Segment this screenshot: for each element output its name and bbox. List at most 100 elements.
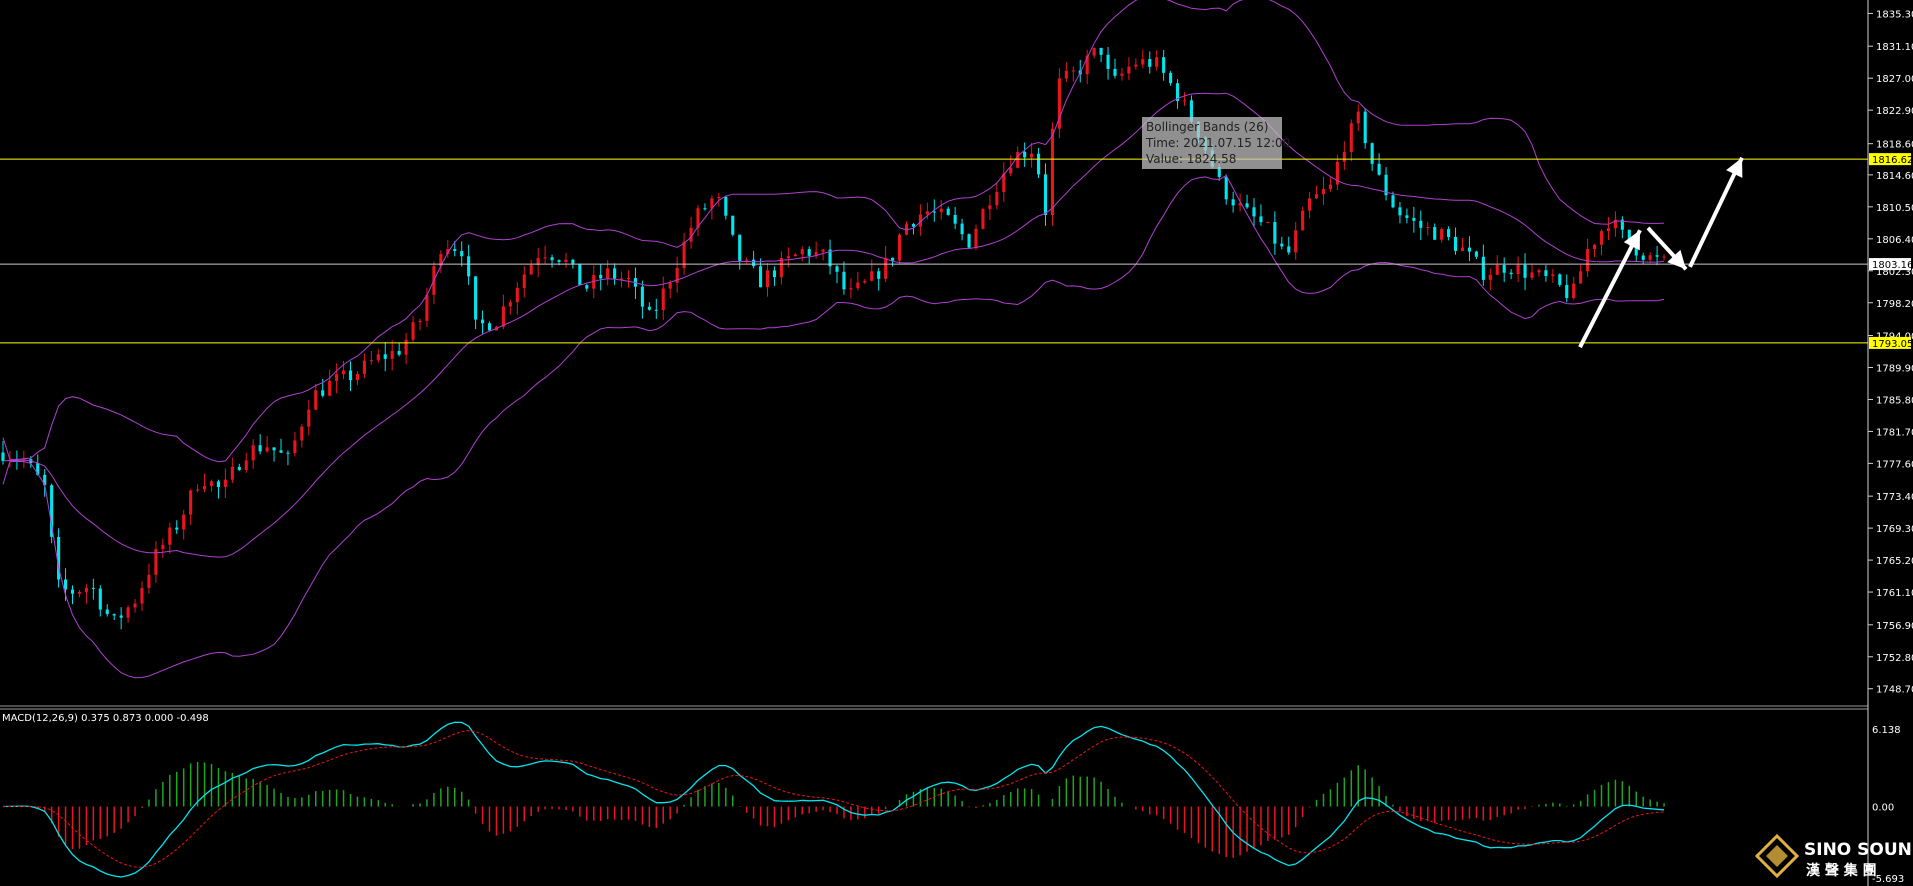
candle-body: [286, 452, 290, 454]
candle-body: [1565, 284, 1569, 299]
candle-body: [307, 409, 311, 427]
macd-label: MACD(12,26,9) 0.375 0.873 0.000 -0.498: [2, 713, 209, 724]
price-tick-label: 1761.10: [1876, 588, 1913, 599]
price-tick-label: 1748.70: [1876, 685, 1913, 696]
candle-body: [258, 445, 262, 452]
candle-body: [1148, 59, 1152, 67]
candle-body: [1092, 47, 1096, 56]
candle-body: [647, 306, 651, 310]
candle-body: [175, 527, 179, 530]
candle-body: [578, 263, 582, 286]
candle-body: [196, 489, 200, 491]
candle-body: [793, 254, 797, 257]
candle-body: [244, 460, 248, 470]
candle-body: [1502, 265, 1506, 273]
macd-tick-label: -5.693: [1872, 874, 1904, 885]
candle-body: [237, 466, 241, 470]
candle-body: [1544, 270, 1548, 276]
candle-body: [1447, 229, 1451, 237]
price-tick-label: 1831.10: [1876, 42, 1913, 53]
candle-body: [216, 481, 221, 488]
candle-body: [606, 268, 610, 279]
candle-body: [1405, 215, 1409, 218]
candle-body: [1488, 274, 1492, 280]
price-tick-label: 1827.00: [1876, 74, 1913, 85]
candle-body: [362, 360, 366, 374]
candle-body: [522, 274, 526, 288]
candle-body: [995, 191, 999, 206]
price-tick-label: 1810.50: [1876, 203, 1913, 214]
candle-body: [925, 211, 929, 215]
candle-body: [731, 215, 735, 235]
candle-body: [821, 249, 825, 252]
level-value-label: 1816.62: [1872, 155, 1913, 166]
candle-body: [1224, 176, 1228, 200]
candle-body: [202, 485, 207, 490]
candle-body: [508, 302, 512, 307]
candle-body: [752, 259, 756, 267]
candle-body: [613, 268, 617, 279]
price-tick-label: 1785.80: [1876, 395, 1913, 406]
candle-body: [1599, 231, 1604, 245]
candle-body: [105, 609, 109, 615]
candle-body: [599, 274, 603, 279]
candle-body: [515, 287, 519, 303]
candle-body: [460, 251, 464, 257]
candle-body: [1474, 251, 1478, 257]
candle-body: [1314, 194, 1319, 199]
candle-body: [1030, 153, 1034, 158]
candle-body: [1391, 195, 1395, 208]
candle-body: [626, 278, 631, 280]
candle-body: [1356, 111, 1360, 124]
candle-body: [348, 370, 353, 381]
chart-background: [0, 0, 1913, 886]
candle-body: [1370, 143, 1374, 164]
candle-body: [1071, 70, 1075, 72]
candle-body: [63, 579, 68, 590]
candle-body: [411, 322, 415, 340]
candle-body: [1287, 246, 1291, 253]
candle-body: [765, 270, 770, 288]
candle-body: [863, 280, 867, 283]
candle-body: [807, 249, 811, 256]
candle-body: [314, 390, 318, 410]
candle-body: [251, 445, 255, 461]
price-tick-label: 1773.40: [1876, 492, 1913, 503]
price-tick-label: 1818.60: [1876, 140, 1913, 151]
candle-body: [835, 266, 839, 272]
candle-body: [1308, 198, 1312, 211]
candle-body: [1099, 47, 1103, 55]
candle-body: [1453, 236, 1458, 251]
candle-body: [849, 288, 853, 290]
candle-body: [550, 257, 554, 261]
candle-body: [1273, 222, 1277, 244]
candle-body: [341, 370, 346, 375]
candle-body: [1572, 283, 1576, 299]
candle-body: [1266, 222, 1270, 224]
candle-body: [480, 319, 485, 324]
candle-body: [321, 390, 325, 396]
candle-body: [856, 282, 860, 289]
tooltip-line-1: Bollinger Bands (26): [1146, 120, 1268, 134]
candle-body: [1495, 265, 1499, 275]
price-tick-label: 1752.80: [1876, 653, 1913, 664]
candle-body: [640, 286, 644, 307]
candle-body: [1036, 153, 1041, 175]
candle-body: [272, 447, 276, 451]
candle-body: [1259, 216, 1263, 223]
candle-body: [1141, 59, 1145, 65]
candle-body: [1231, 199, 1235, 206]
candle-body: [1113, 68, 1117, 76]
trading-chart[interactable]: 6.138 0.00 -5.693 1835.30 1831.10 1827.00 182…: [0, 0, 1913, 886]
candle-body: [1530, 272, 1534, 278]
candle-body: [425, 294, 429, 321]
candle-body: [335, 374, 339, 381]
candle-body: [189, 490, 193, 515]
candle-body: [529, 265, 533, 275]
candle-body: [1043, 174, 1048, 215]
candle-body: [1592, 244, 1597, 250]
candle-body: [1558, 274, 1562, 285]
candle-body: [1050, 128, 1055, 215]
candle-body: [147, 574, 151, 588]
candle-body: [1252, 207, 1256, 217]
